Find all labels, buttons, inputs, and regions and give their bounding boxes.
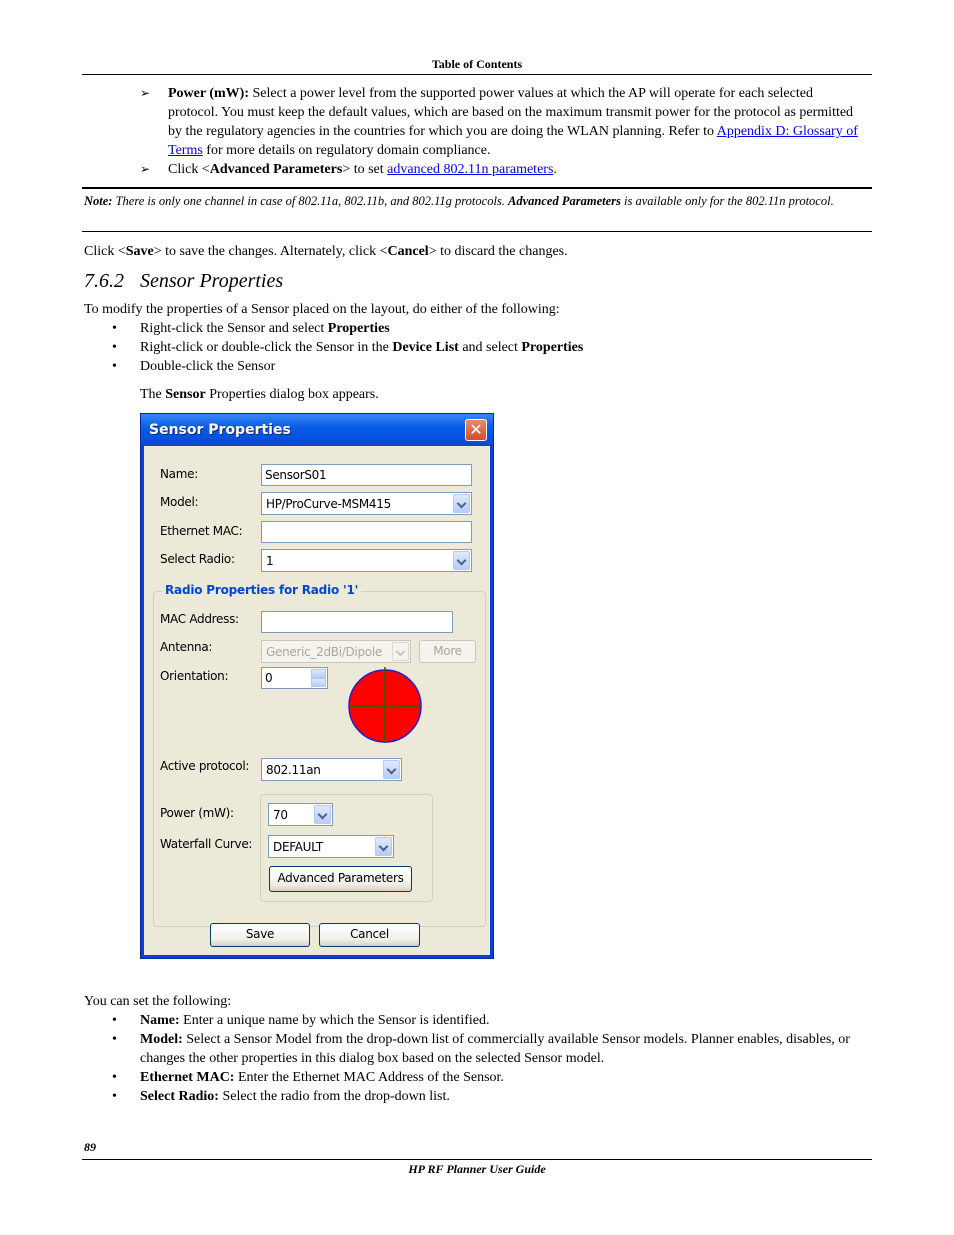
bullet-icon: • [112, 359, 117, 374]
name-label: Name: [160, 467, 198, 481]
orientation-spinner[interactable]: 0 [261, 667, 328, 689]
power-label: Power (mW): [160, 806, 234, 820]
section-heading: 7.6.2 Sensor Properties [84, 270, 284, 292]
list-item-power: ➢ Power (mW): Select a power level from … [140, 86, 858, 158]
chevron-down-icon[interactable] [453, 494, 470, 513]
list-item: • Select Radio: Select the radio from the… [112, 1089, 450, 1104]
name-input[interactable]: SensorS01 [261, 464, 472, 486]
bullet-icon: • [112, 321, 117, 336]
spin-down-icon[interactable] [311, 678, 326, 687]
close-icon: ✕ [469, 420, 483, 439]
dialog-title: Sensor Properties [149, 422, 291, 438]
footer-rule [82, 1159, 872, 1160]
orientation-label: Orientation: [160, 669, 229, 683]
model-label: Model: [160, 495, 199, 509]
header-rule [82, 74, 872, 75]
save-instructions: Click <Save> to save the changes. Altern… [84, 244, 568, 259]
note-top-rule [82, 187, 872, 189]
dialog-client: Name: SensorS01 Model: HP/ProCurve-MSM41… [144, 446, 490, 955]
close-button[interactable]: ✕ [465, 419, 487, 441]
antenna-select: Generic_2dBi/Dipole [261, 640, 411, 663]
select-radio-select[interactable]: 1 [261, 549, 472, 572]
ethernet-mac-input[interactable] [261, 521, 472, 543]
more-button: More [419, 640, 476, 663]
chevron-down-icon[interactable] [375, 837, 392, 856]
antenna-pattern-diagram [348, 667, 422, 743]
intro-text: To modify the properties of a Sensor pla… [84, 302, 560, 317]
model-select[interactable]: HP/ProCurve-MSM415 [261, 492, 472, 515]
list-item: • Name: Enter a unique name by which the … [112, 1013, 490, 1028]
active-protocol-select[interactable]: 802.11an [261, 758, 402, 781]
ethernet-mac-label: Ethernet MAC: [160, 524, 243, 538]
list-item-advanced: ➢ Click <Advanced Parameters> to set adv… [140, 162, 557, 177]
bullet-icon: • [112, 1070, 117, 1085]
chevron-down-icon[interactable] [383, 760, 400, 779]
spin-up-icon[interactable] [311, 669, 326, 678]
bullet-icon: • [112, 1013, 117, 1028]
chevron-down-icon[interactable] [314, 805, 331, 824]
waterfall-curve-select[interactable]: DEFAULT [268, 835, 394, 858]
page-number: 89 [84, 1140, 96, 1154]
note-bottom-rule [82, 231, 872, 232]
advanced-params-link[interactable]: advanced 802.11n parameters [387, 162, 553, 177]
chevron-down-icon[interactable] [453, 551, 470, 570]
select-radio-label: Select Radio: [160, 552, 235, 566]
list-item: • Right-click the Sensor and select Prope… [112, 321, 390, 336]
dialog-titlebar[interactable]: Sensor Properties ✕ [141, 414, 493, 446]
bullet-icon: • [112, 1032, 117, 1047]
power-select[interactable]: 70 [268, 803, 333, 826]
cancel-button[interactable]: Cancel [319, 923, 420, 947]
dialog-intro: The Sensor Properties dialog box appears… [140, 387, 379, 402]
bullet-icon: • [112, 340, 117, 355]
list-item: • Double-click the Sensor [112, 359, 276, 374]
save-button[interactable]: Save [210, 923, 310, 947]
mac-address-label: MAC Address: [160, 612, 239, 626]
arrow-bullet-icon: ➢ [140, 86, 151, 100]
antenna-label: Antenna: [160, 640, 213, 654]
list-item: • Right-click or double-click the Sensor … [112, 340, 584, 355]
arrow-bullet-icon: ➢ [140, 162, 151, 176]
list-item: • Model: Select a Sensor Model from the d… [112, 1032, 850, 1066]
set-intro: You can set the following: [84, 994, 232, 1009]
running-header: Table of Contents [431, 57, 523, 71]
chevron-down-icon [392, 642, 409, 661]
radio-group-title: Radio Properties for Radio '1' [162, 583, 362, 597]
mac-address-input[interactable] [261, 611, 453, 633]
waterfall-curve-label: Waterfall Curve: [160, 837, 253, 851]
bullet-icon: • [112, 1089, 117, 1104]
note-box: Note: There is only one channel in case … [84, 194, 834, 208]
active-protocol-label: Active protocol: [160, 759, 250, 773]
sensor-properties-dialog: Sensor Properties ✕ Name: SensorS01 Mode… [140, 413, 494, 959]
list-item: • Ethernet MAC: Enter the Ethernet MAC Ad… [112, 1070, 504, 1085]
footer-title: HP RF Planner User Guide [408, 1162, 546, 1176]
advanced-parameters-button[interactable]: Advanced Parameters [269, 866, 412, 892]
